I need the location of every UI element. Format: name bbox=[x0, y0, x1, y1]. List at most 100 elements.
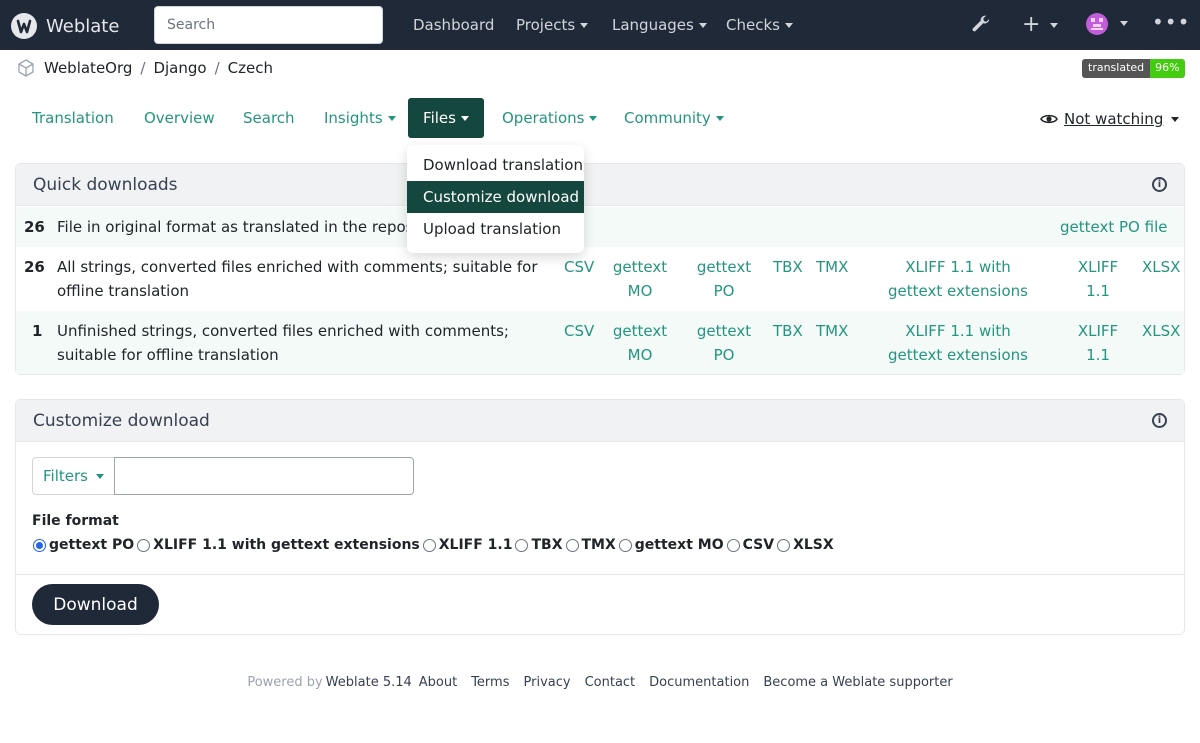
radio-csv[interactable] bbox=[726, 538, 740, 552]
watch-label: Not watching bbox=[1064, 110, 1164, 128]
radio-tmx[interactable] bbox=[565, 538, 579, 552]
tab-overview[interactable]: Overview bbox=[144, 109, 215, 127]
powered-by-text: Powered by bbox=[247, 675, 323, 690]
nav-checks[interactable]: Checks bbox=[726, 16, 793, 34]
add-icon[interactable]: + bbox=[1022, 12, 1059, 37]
filter-query-textarea[interactable] bbox=[114, 457, 414, 495]
format-link[interactable]: gettext MO bbox=[612, 255, 668, 303]
row-description: Unfinished strings, converted files enri… bbox=[57, 322, 509, 364]
tab-insights[interactable]: Insights bbox=[324, 109, 396, 127]
nav-checks-label: Checks bbox=[726, 16, 780, 34]
breadcrumb-language[interactable]: Czech bbox=[228, 59, 273, 77]
chevron-down-icon bbox=[1120, 20, 1129, 26]
nav-languages-label: Languages bbox=[612, 16, 694, 34]
radio-label: gettext PO bbox=[49, 537, 135, 553]
footer-privacy-link[interactable]: Privacy bbox=[524, 675, 571, 690]
top-navbar: Weblate Dashboard Projects Languages Che… bbox=[0, 0, 1200, 50]
radio-label: XLIFF 1.1 bbox=[438, 537, 513, 553]
breadcrumb-separator: / bbox=[140, 59, 146, 77]
tab-files[interactable]: Files bbox=[408, 98, 484, 138]
tab-operations[interactable]: Operations bbox=[502, 109, 598, 127]
nav-languages[interactable]: Languages bbox=[612, 16, 707, 34]
row-description: All strings, converted files enriched wi… bbox=[57, 258, 538, 300]
format-link[interactable]: XLIFF 1.1 with gettext extensions bbox=[880, 255, 1036, 303]
badge-value: 96% bbox=[1150, 59, 1185, 78]
watch-toggle[interactable]: Not watching bbox=[1040, 110, 1180, 128]
radio-xliff-gettext[interactable] bbox=[137, 538, 151, 552]
info-icon[interactable]: i bbox=[1152, 177, 1167, 192]
format-link[interactable]: TBX bbox=[773, 255, 803, 279]
table-row: 26 File in original format as translated… bbox=[16, 207, 1184, 247]
radio-gettext-mo[interactable] bbox=[618, 538, 632, 552]
table-row: 26 All strings, converted files enriched… bbox=[16, 247, 1184, 311]
chevron-down-icon bbox=[698, 23, 707, 28]
quick-downloads-header: Quick downloads i bbox=[16, 164, 1184, 206]
wrench-icon[interactable] bbox=[970, 13, 992, 39]
format-link[interactable]: XLIFF 1.1 with gettext extensions bbox=[880, 319, 1036, 367]
format-link[interactable]: CSV bbox=[564, 255, 594, 279]
radio-label: TMX bbox=[581, 537, 616, 553]
customize-download-card: Customize download i Filters File format… bbox=[15, 399, 1185, 635]
menu-item-customize-download[interactable]: Customize download bbox=[407, 181, 584, 213]
tab-search[interactable]: Search bbox=[243, 109, 295, 127]
chevron-down-icon bbox=[460, 115, 469, 121]
avatar-icon bbox=[1086, 13, 1108, 35]
row-count: 26 bbox=[24, 218, 45, 236]
table-row: 1 Unfinished strings, converted files en… bbox=[16, 311, 1184, 374]
menu-item-download-translation[interactable]: Download translation bbox=[407, 149, 584, 181]
footer-supporter-link[interactable]: Become a Weblate supporter bbox=[763, 675, 952, 690]
format-link[interactable]: gettext MO bbox=[612, 319, 668, 367]
footer-terms-link[interactable]: Terms bbox=[471, 675, 509, 690]
breadcrumb-organization[interactable]: WeblateOrg bbox=[44, 59, 132, 77]
footer-about-link[interactable]: About bbox=[419, 675, 457, 690]
menu-item-upload-translation[interactable]: Upload translation bbox=[407, 213, 584, 245]
brand-name: Weblate bbox=[46, 15, 120, 37]
radio-tbx[interactable] bbox=[515, 538, 529, 552]
chevron-down-icon bbox=[387, 116, 396, 121]
tab-operations-label: Operations bbox=[502, 109, 585, 127]
translated-status-badge[interactable]: translated 96% bbox=[1082, 59, 1185, 78]
footer-documentation-link[interactable]: Documentation bbox=[649, 675, 749, 690]
nav-dashboard[interactable]: Dashboard bbox=[413, 16, 494, 34]
format-link[interactable]: XLSX bbox=[1142, 255, 1180, 279]
format-link[interactable]: TBX bbox=[773, 319, 803, 343]
user-avatar[interactable] bbox=[1086, 13, 1129, 39]
project-cube-icon bbox=[18, 59, 34, 77]
customize-download-header: Customize download i bbox=[16, 400, 1184, 442]
format-link[interactable]: XLIFF 1.1 bbox=[1076, 255, 1120, 303]
format-link[interactable]: XLIFF 1.1 bbox=[1076, 319, 1120, 367]
format-link[interactable]: TMX bbox=[816, 255, 848, 279]
chevron-down-icon bbox=[580, 23, 589, 28]
download-button[interactable]: Download bbox=[32, 584, 159, 625]
search-input[interactable] bbox=[154, 6, 383, 44]
format-link[interactable]: gettext PO file bbox=[1060, 215, 1167, 239]
tab-files-label: Files bbox=[423, 109, 456, 127]
breadcrumb: WeblateOrg / Django / Czech bbox=[16, 58, 273, 78]
row-count: 1 bbox=[32, 322, 43, 340]
tab-translation[interactable]: Translation bbox=[32, 109, 114, 127]
tab-insights-label: Insights bbox=[324, 109, 383, 127]
format-link[interactable]: XLSX bbox=[1142, 319, 1180, 343]
format-link[interactable]: CSV bbox=[564, 319, 594, 343]
format-link[interactable]: gettext PO bbox=[696, 255, 752, 303]
radio-xlsx[interactable] bbox=[777, 538, 791, 552]
footer-contact-link[interactable]: Contact bbox=[585, 675, 636, 690]
customize-download-title: Customize download bbox=[33, 410, 210, 431]
chevron-down-icon bbox=[95, 473, 104, 479]
nav-dashboard-label: Dashboard bbox=[413, 16, 495, 34]
card-divider bbox=[16, 574, 1184, 575]
filters-dropdown-button[interactable]: Filters bbox=[32, 457, 115, 495]
more-menu-icon[interactable]: ••• bbox=[1152, 10, 1190, 34]
footer-weblate-version-link[interactable]: Weblate 5.14 bbox=[326, 675, 412, 690]
format-link[interactable]: gettext PO bbox=[696, 319, 752, 367]
nav-projects[interactable]: Projects bbox=[516, 16, 589, 34]
breadcrumb-component[interactable]: Django bbox=[153, 59, 206, 77]
radio-gettext-po[interactable] bbox=[33, 538, 46, 552]
nav-projects-label: Projects bbox=[516, 16, 576, 34]
radio-xliff[interactable] bbox=[422, 538, 436, 552]
file-format-radio-group: gettext PO XLIFF 1.1 with gettext extens… bbox=[32, 537, 834, 553]
info-icon[interactable]: i bbox=[1152, 413, 1167, 428]
brand-link[interactable]: Weblate bbox=[10, 12, 119, 40]
format-link[interactable]: TMX bbox=[816, 319, 848, 343]
tab-community[interactable]: Community bbox=[624, 109, 724, 127]
